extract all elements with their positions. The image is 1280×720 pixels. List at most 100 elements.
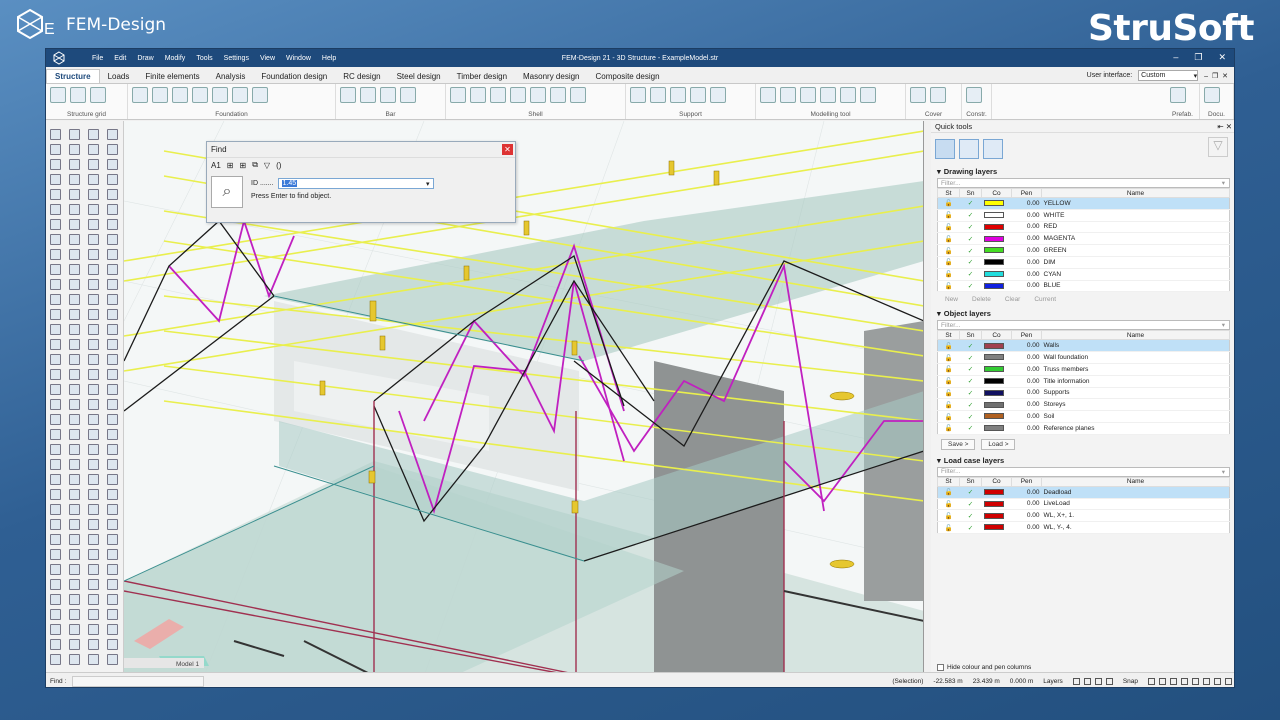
layer-color-swatch[interactable] [981,197,1012,210]
status-find-input[interactable] [72,675,205,687]
tool-icon[interactable] [88,429,99,440]
tool-icon[interactable] [88,579,99,590]
layer-color-swatch[interactable] [981,486,1012,499]
tool-icon[interactable] [107,429,118,440]
lock-icon[interactable]: 🔓 [937,509,960,523]
display-icon[interactable] [959,139,979,159]
tool-icon[interactable] [69,549,80,560]
tool-icon[interactable] [50,474,61,485]
visible-check-icon[interactable]: ✓ [959,268,982,281]
column-header[interactable]: Pen [1011,330,1042,341]
visible-check-icon[interactable]: ✓ [959,197,982,210]
layer-color-swatch[interactable] [981,339,1012,353]
tool-icon[interactable] [88,444,99,455]
tool-icon[interactable] [88,219,99,230]
lock-icon[interactable]: 🔓 [937,209,960,222]
menu-settings[interactable]: Settings [224,55,249,62]
selection-indicator[interactable]: (Selection) [892,678,923,685]
snap-tool-icon[interactable] [1181,677,1188,685]
tool-icon[interactable] [88,384,99,395]
tool-icon[interactable] [69,609,80,620]
snap-tool-icon[interactable] [1159,677,1166,685]
tool-icon[interactable] [69,354,80,365]
cover-icon[interactable] [910,87,926,103]
lock-icon[interactable]: 🔓 [937,521,960,534]
support-tool-icon[interactable] [690,87,706,103]
current-button[interactable]: Current [1034,296,1056,303]
layer-row[interactable]: 🔓 ✓ 0.00 Reference planes [937,422,1230,435]
tool-icon[interactable] [88,519,99,530]
layer-color-swatch[interactable] [981,221,1012,234]
tab-loads[interactable]: Loads [100,70,138,83]
drawing-layers-filter[interactable]: Filter... ▾ [937,178,1230,188]
tool-icon[interactable] [88,264,99,275]
isolated-foundation-icon[interactable] [152,87,168,103]
visible-check-icon[interactable]: ✓ [959,410,982,423]
tool-icon[interactable] [88,564,99,575]
bar-tool-icon[interactable] [400,87,416,103]
tool-icon[interactable] [69,594,80,605]
tool-icon[interactable] [69,369,80,380]
snap-tool-icon[interactable] [1203,677,1210,685]
tool-icon[interactable] [107,309,118,320]
tool-icon[interactable] [107,564,118,575]
tool-icon[interactable] [88,609,99,620]
tool-icon[interactable] [107,654,118,665]
wall-foundation-icon[interactable] [172,87,188,103]
column-header[interactable]: Sn [959,476,982,487]
wall-icon[interactable] [470,87,486,103]
tool-icon[interactable] [88,234,99,245]
prefab-icon[interactable] [1170,87,1186,103]
ribbon-window-controls[interactable]: – ❐ ✕ [1204,72,1228,80]
tool-icon[interactable] [88,399,99,410]
menu-tools[interactable]: Tools [196,55,212,62]
tool-icon[interactable] [69,579,80,590]
lock-icon[interactable]: 🔓 [937,375,960,388]
plane-icon[interactable] [132,87,148,103]
layer-color-swatch[interactable] [981,256,1012,269]
documentation-icon[interactable] [1204,87,1220,103]
tool-icon[interactable] [107,369,118,380]
lock-icon[interactable]: 🔓 [937,280,960,293]
column-header[interactable]: Pen [1011,476,1042,487]
tool-icon[interactable] [50,369,61,380]
visible-check-icon[interactable]: ✓ [959,498,982,511]
tool-icon[interactable] [50,639,61,650]
layer-color-swatch[interactable] [981,422,1012,435]
visible-check-icon[interactable]: ✓ [959,398,982,412]
tool-icon[interactable] [88,159,99,170]
tool-icon[interactable] [88,294,99,305]
tool-icon[interactable] [88,189,99,200]
tool-icon[interactable] [50,609,61,620]
tool-icon[interactable] [107,129,118,140]
tool-icon[interactable] [50,174,61,185]
layer-color-swatch[interactable] [981,232,1012,246]
shell-tool-icon[interactable] [550,87,566,103]
tool-icon[interactable] [88,534,99,545]
tool-icon[interactable] [107,339,118,350]
layer-row[interactable]: 🔓 ✓ 0.00 BLUE [937,280,1230,293]
snap-button[interactable]: Snap [1123,678,1138,685]
profiled-plate-icon[interactable] [490,87,506,103]
find-grid-2-icon[interactable]: ⊞ [240,161,247,170]
tool-icon[interactable] [107,399,118,410]
point-support-icon[interactable] [630,87,646,103]
snap-tool-icon[interactable] [1170,677,1177,685]
visible-check-icon[interactable]: ✓ [959,232,982,246]
tab-timber-design[interactable]: Timber design [449,70,515,83]
surface-support-icon[interactable] [670,87,686,103]
tool-icon[interactable] [107,459,118,470]
tool-icon[interactable] [107,354,118,365]
snap-tool-icon[interactable] [1192,677,1199,685]
visible-check-icon[interactable]: ✓ [959,486,982,499]
tool-icon[interactable] [107,519,118,530]
visible-check-icon[interactable]: ✓ [959,422,982,435]
tool-icon[interactable] [50,579,61,590]
column-icon[interactable] [360,87,376,103]
visible-check-icon[interactable]: ✓ [959,256,982,269]
tool-icon[interactable] [69,459,80,470]
layer-row[interactable]: 🔓 ✓ 0.00 GREEN [937,244,1230,257]
app-icon[interactable] [52,51,66,65]
tool-icon[interactable] [50,324,61,335]
tool-icon[interactable] [50,129,61,140]
